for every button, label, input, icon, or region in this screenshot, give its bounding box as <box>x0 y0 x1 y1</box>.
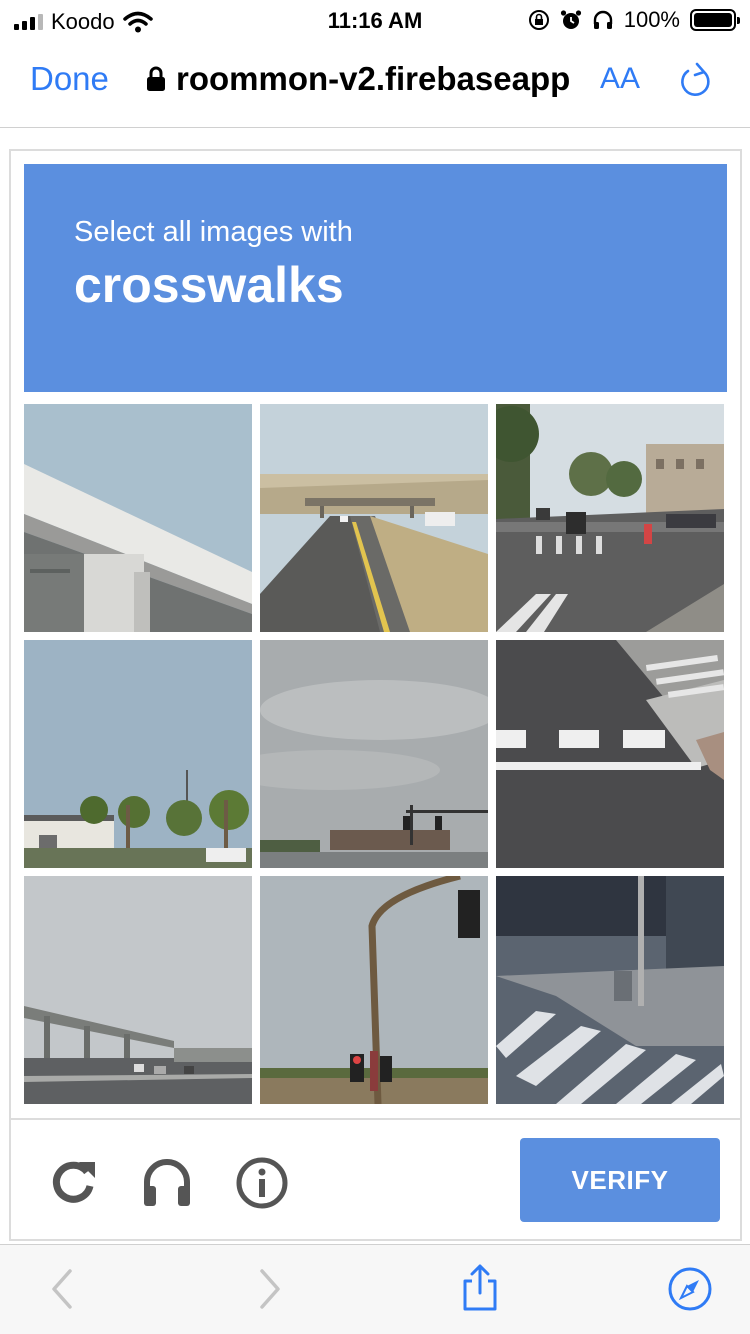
text-size-label: AA <box>600 62 641 95</box>
footer-divider <box>11 1118 740 1120</box>
status-right: 100% <box>528 7 740 33</box>
captcha-tile-city-street[interactable] <box>496 404 724 632</box>
captcha-tile-cloudy-sky[interactable] <box>260 640 488 868</box>
captcha-tile-freeway[interactable] <box>24 876 252 1104</box>
captcha-target: crosswalks <box>74 257 344 313</box>
captcha-tile-highway-overpass[interactable] <box>260 404 488 632</box>
headphones-icon[interactable] <box>141 1156 193 1208</box>
captcha-header: Select all images with crosswalks <box>24 164 727 392</box>
captcha-prompt: Select all images with <box>74 216 353 248</box>
battery-percent: 100% <box>623 7 680 32</box>
back-icon[interactable] <box>48 1267 76 1311</box>
reload-page-icon[interactable] <box>678 60 714 100</box>
lock-icon <box>147 66 165 91</box>
captcha-tile-crosswalk-markings[interactable] <box>496 640 724 868</box>
verify-button[interactable]: VERIFY <box>520 1138 720 1222</box>
bottom-toolbar <box>0 1244 750 1334</box>
alarm-icon <box>560 10 581 29</box>
info-icon[interactable] <box>235 1156 289 1210</box>
battery-icon <box>690 9 740 31</box>
share-icon[interactable] <box>460 1263 500 1313</box>
page: Koodo 11:16 AM 100% Done roommon-v2.fire… <box>0 0 750 1334</box>
forward-icon[interactable] <box>256 1267 284 1311</box>
done-button[interactable]: Done <box>30 60 109 98</box>
headphones-icon <box>593 10 612 29</box>
captcha-tile-traffic-light[interactable] <box>260 876 488 1104</box>
compass-icon[interactable] <box>666 1265 714 1313</box>
captcha-tile-crosswalk-corner[interactable] <box>496 876 724 1104</box>
rotation-lock-icon <box>528 10 549 30</box>
status-bar: Koodo 11:16 AM 100% <box>0 0 750 40</box>
url-text: roommon-v2.firebaseapp <box>176 60 571 97</box>
browser-toolbar: Done roommon-v2.firebaseapp AA <box>0 44 750 128</box>
captcha-widget: Select all images with crosswalks VERIFY <box>9 149 742 1241</box>
text-size-button[interactable]: AA <box>600 62 640 96</box>
reload-icon[interactable] <box>47 1156 99 1208</box>
url-field[interactable]: roommon-v2.firebaseapp <box>146 60 580 98</box>
captcha-tile-overpass-bridge[interactable] <box>24 404 252 632</box>
captcha-tile-palm-trees[interactable] <box>24 640 252 868</box>
